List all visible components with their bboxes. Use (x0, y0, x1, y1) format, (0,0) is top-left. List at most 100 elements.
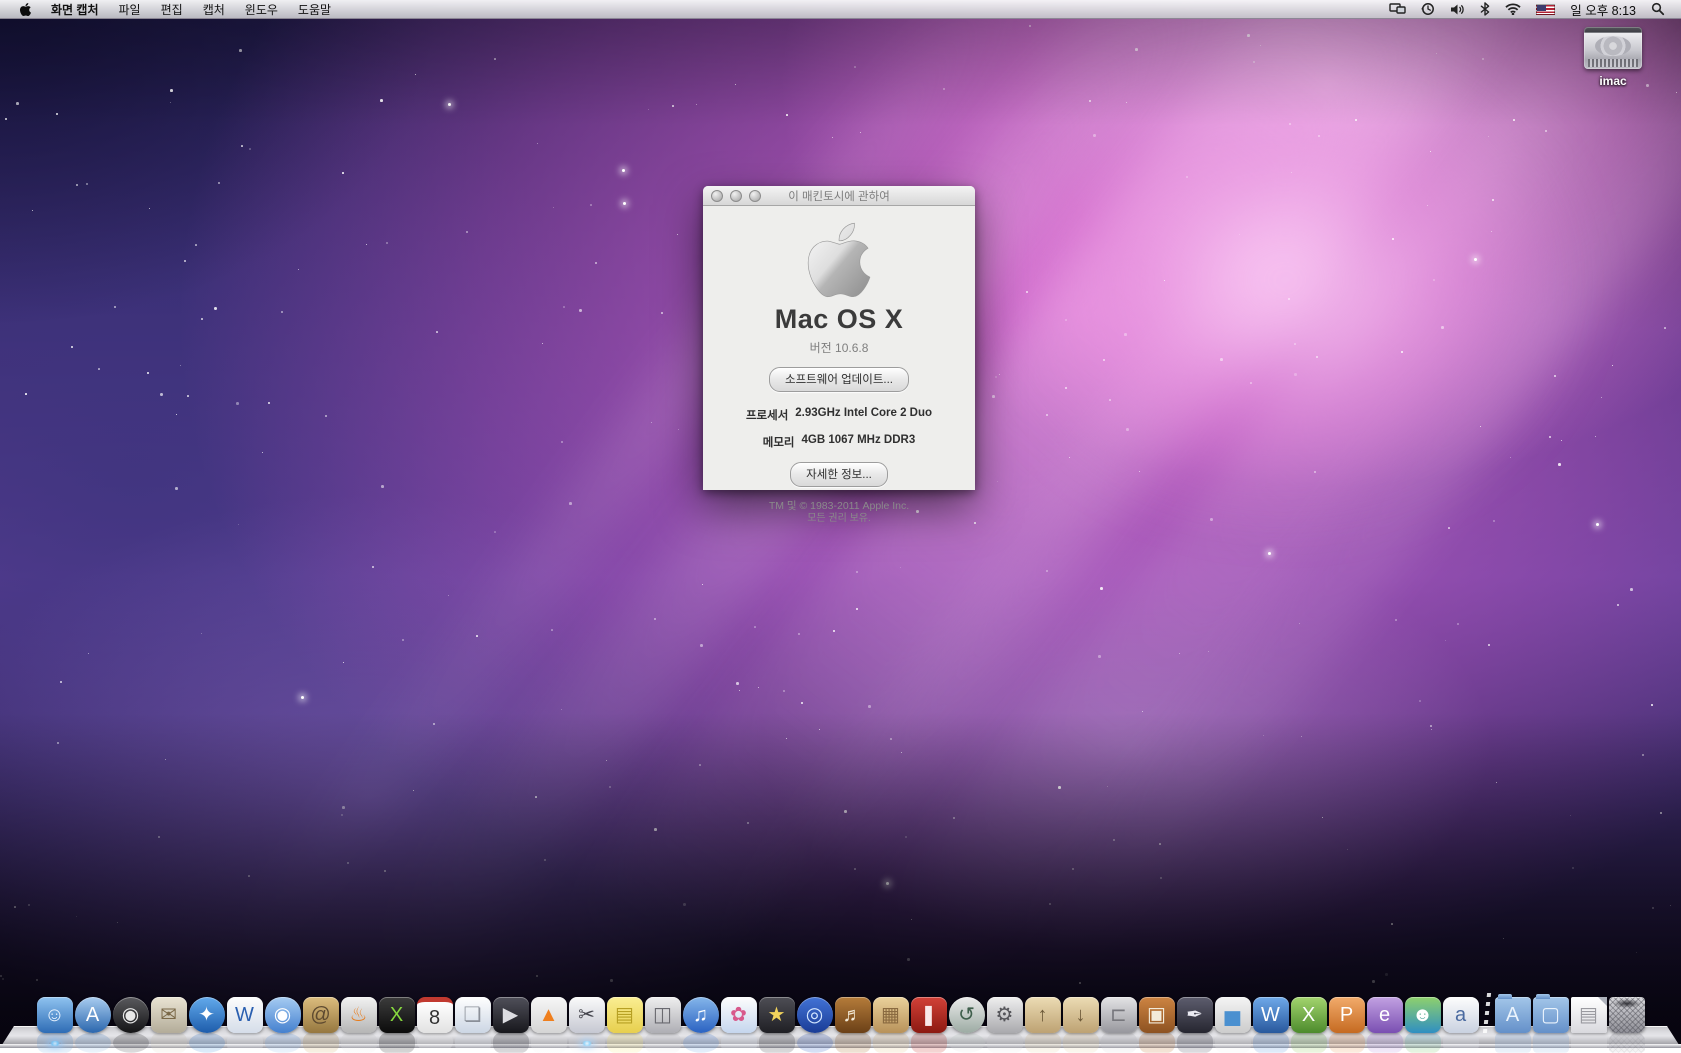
grab-glyph: ✂ (578, 1005, 595, 1025)
dock-ichat[interactable]: ◉ (265, 997, 301, 1033)
processor-value: 2.93GHz Intel Core 2 Duo (795, 407, 932, 423)
wifi-icon[interactable] (1505, 3, 1521, 15)
dvd-player-glyph: ◫ (653, 1005, 672, 1025)
dock-imovie[interactable]: ★ (759, 997, 795, 1033)
spec-list: 프로세서 2.93GHz Intel Core 2 Duo 메모리 4GB 10… (746, 407, 932, 450)
dock-w-globe-app[interactable]: W (227, 997, 263, 1033)
ms-powerpoint-glyph: P (1340, 1005, 1353, 1025)
x-green-app-glyph: X (390, 1005, 403, 1025)
dock-system-preferences[interactable]: ⚙ (987, 997, 1023, 1033)
expander-app-glyph: ↑ (1038, 1005, 1048, 1025)
dock-clamp-app[interactable]: ⊏ (1101, 997, 1137, 1033)
archiver-app-glyph: ↓ (1076, 1005, 1086, 1025)
ms-word-glyph: W (1261, 1005, 1280, 1025)
window-title-bar[interactable]: 이 매킨토시에 관하여 (703, 186, 975, 206)
dock-itunes[interactable]: ♫ (683, 997, 719, 1033)
dock-x-green-app[interactable]: X (379, 997, 415, 1033)
copyright: TM 및 © 1983-2011 Apple Inc. 모든 권리 보유. (769, 500, 909, 526)
more-info-button[interactable]: 자세한 정보... (790, 462, 888, 487)
volume-label: imac (1577, 74, 1649, 88)
dock-ms-excel[interactable]: X (1291, 997, 1327, 1033)
applications-folder-glyph: A (1506, 1005, 1519, 1025)
dock-vlc[interactable]: ▲ (531, 997, 567, 1033)
menu-파일[interactable]: 파일 (109, 3, 151, 17)
dock-iphoto[interactable]: ✿ (721, 997, 757, 1033)
dock-archiver-app[interactable]: ↓ (1063, 997, 1099, 1033)
dock-media-player-app[interactable]: ▶ (493, 997, 529, 1033)
mail-glyph: ✉ (160, 1005, 177, 1025)
displays-icon[interactable] (1389, 3, 1406, 16)
dock-applications-folder[interactable]: A (1495, 997, 1531, 1033)
minimize-button[interactable] (730, 190, 742, 202)
copyright-line2: 모든 권리 보유. (769, 513, 909, 526)
desktop-volume-imac[interactable]: imac (1577, 27, 1649, 88)
dock-ms-entourage[interactable]: e (1367, 997, 1403, 1033)
dock-ms-powerpoint[interactable]: P (1329, 997, 1365, 1033)
hard-drive-icon (1584, 27, 1642, 69)
software-update-button[interactable]: 소프트웨어 업데이트... (769, 367, 909, 392)
dock-trash[interactable] (1609, 997, 1645, 1033)
photo-booth-glyph: ❚ (920, 1005, 937, 1025)
keynote-glyph: ▣ (1147, 1005, 1166, 1025)
memory-row: 메모리 4GB 1067 MHz DDR3 (763, 434, 916, 450)
dock-dvd-player[interactable]: ◫ (645, 997, 681, 1033)
dock-documents-folder[interactable]: ▢ (1533, 997, 1569, 1033)
dock-garageband[interactable]: ♬ (835, 997, 871, 1033)
dock-photos-app[interactable]: ❏ (455, 997, 491, 1033)
system-preferences-glyph: ⚙ (996, 1005, 1014, 1025)
spotlight-icon[interactable] (1651, 2, 1665, 16)
dock-finder[interactable]: ☺ (37, 997, 73, 1033)
window-title: 이 매킨토시에 관하여 (788, 188, 890, 204)
pages-glyph: ✒ (1186, 1005, 1203, 1025)
documents-folder-glyph: ▢ (1541, 1005, 1560, 1025)
traffic-lights (711, 190, 761, 202)
menu-캡처[interactable]: 캡처 (193, 3, 235, 17)
dock-divider[interactable] (1481, 991, 1493, 1033)
volume-icon[interactable] (1450, 3, 1465, 16)
iphoto-glyph: ✿ (730, 1005, 747, 1025)
dock-pinboard-app[interactable]: ▦ (873, 997, 909, 1033)
dock-app-store[interactable]: A (75, 997, 111, 1033)
menu-bar: 화면 캡처파일편집캡처윈도우도움말 일 오후 8:13 (0, 0, 1681, 19)
apple-menu-icon[interactable] (10, 2, 41, 17)
dock-grab[interactable]: ✂ (569, 997, 605, 1033)
dock-numbers[interactable]: ▅ (1215, 997, 1251, 1033)
product-name: Mac OS X (775, 304, 904, 335)
dock-time-machine[interactable]: ↺ (949, 997, 985, 1033)
dock-pages[interactable]: ✒ (1177, 997, 1213, 1033)
menu-편집[interactable]: 편집 (151, 3, 193, 17)
bluetooth-icon[interactable] (1480, 2, 1490, 16)
zoom-button[interactable] (749, 190, 761, 202)
close-button[interactable] (711, 190, 723, 202)
os-version: 버전 10.6.8 (810, 339, 869, 356)
safari-glyph: ✦ (198, 1005, 215, 1025)
menu-app-name[interactable]: 화면 캡처 (41, 3, 109, 17)
dock-safari[interactable]: ✦ (189, 997, 225, 1033)
menu-윈도우[interactable]: 윈도우 (235, 3, 288, 17)
dock-ms-word[interactable]: W (1253, 997, 1289, 1033)
us-flag-icon[interactable] (1536, 4, 1555, 15)
time-machine-icon[interactable] (1421, 2, 1435, 16)
dock: ☺A◉✉✦W◉@♨X8❏▶▲✂▤◫♫✿★◎♬▦❚↺⚙↑↓⊏▣✒▅WXPe☻aA▢… (0, 986, 1681, 1048)
dock-idvd[interactable]: ◎ (797, 997, 833, 1033)
dock-photo-booth[interactable]: ❚ (911, 997, 947, 1033)
dock-ical[interactable]: 8 (417, 997, 453, 1033)
finder-glyph: ☺ (44, 1005, 64, 1025)
dock-ms-messenger[interactable]: ☻ (1405, 997, 1441, 1033)
dock-keynote[interactable]: ▣ (1139, 997, 1175, 1033)
dock-mail[interactable]: ✉ (151, 997, 187, 1033)
menu-도움말[interactable]: 도움말 (288, 3, 341, 17)
memory-value: 4GB 1067 MHz DDR3 (801, 434, 915, 450)
dock-document-stack[interactable]: ▤ (1571, 997, 1607, 1033)
dock-dashboard[interactable]: ◉ (113, 997, 149, 1033)
app-menus: 화면 캡처파일편집캡처윈도우도움말 (41, 1, 341, 18)
dock-toast[interactable]: ♨ (341, 997, 377, 1033)
menu-bar-clock[interactable]: 일 오후 8:13 (1570, 0, 1636, 19)
dock-stickies[interactable]: ▤ (607, 997, 643, 1033)
vlc-glyph: ▲ (539, 1005, 559, 1025)
dock-stacked-windows-app[interactable]: a (1443, 997, 1479, 1033)
dock-address-book[interactable]: @ (303, 997, 339, 1033)
toast-glyph: ♨ (350, 1005, 368, 1025)
ms-messenger-glyph: ☻ (1412, 1005, 1433, 1025)
dock-expander-app[interactable]: ↑ (1025, 997, 1061, 1033)
